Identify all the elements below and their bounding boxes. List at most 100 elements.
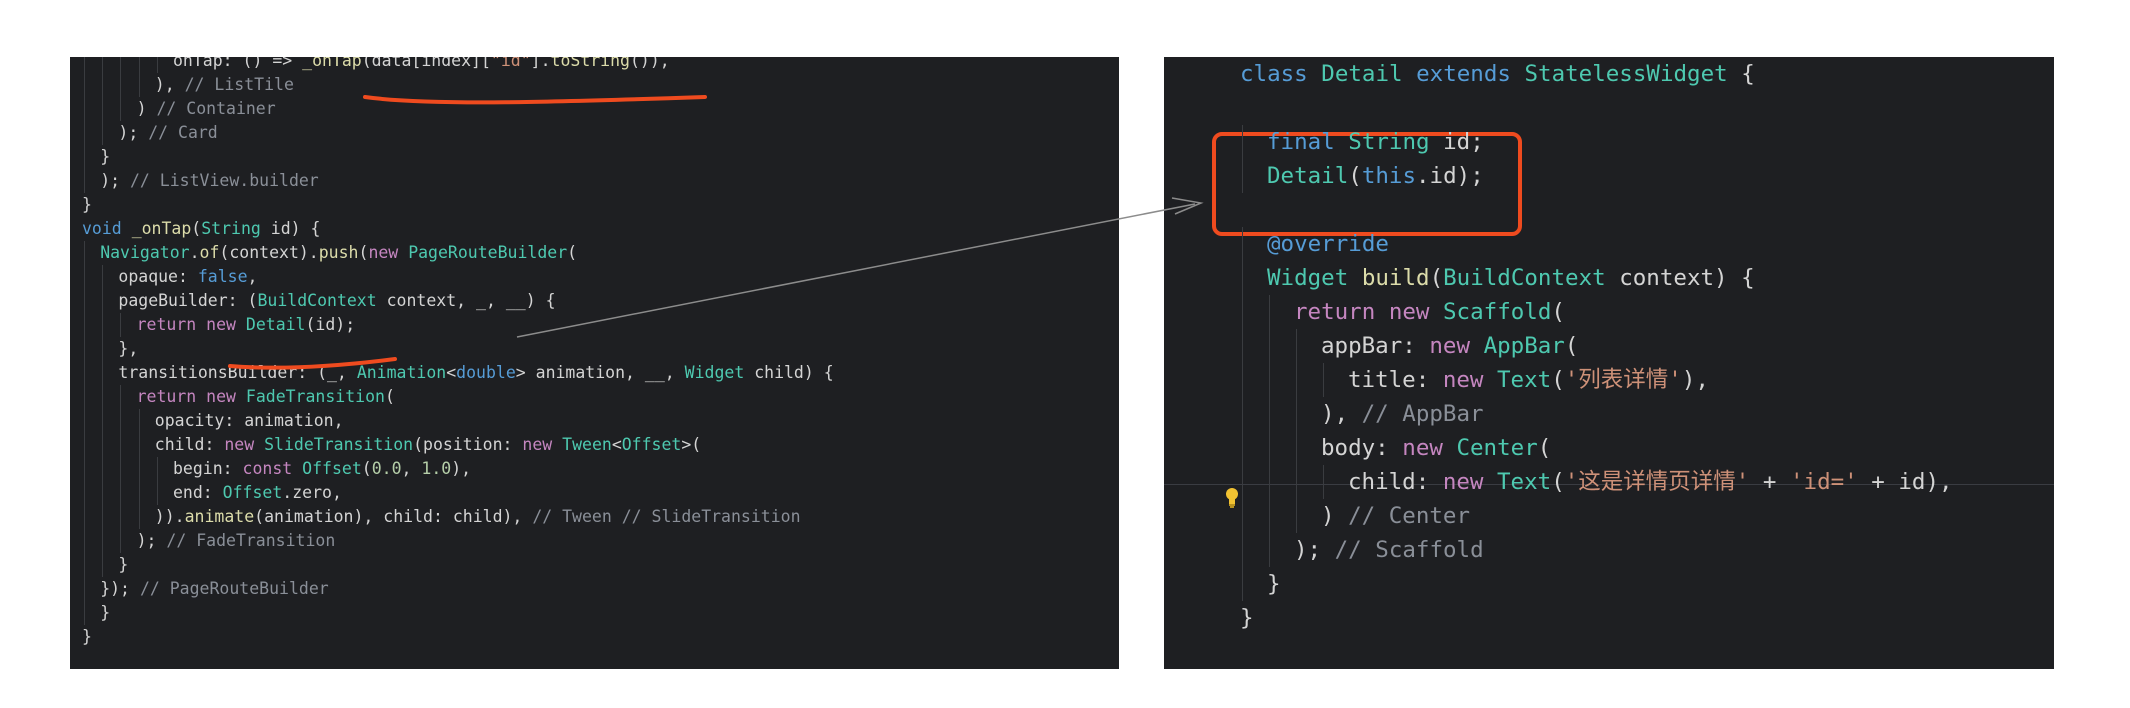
indent-guide [138,57,140,73]
code-line[interactable]: opaque: false, [118,265,257,289]
code-token: onTap: () => [173,57,303,70]
indent-guide [1269,533,1270,567]
code-token: new [224,435,255,454]
code-token: id; [1429,129,1484,155]
code-line[interactable]: } [118,553,128,577]
code-token: Animation [356,363,447,382]
code-line[interactable]: return new Scaffold( [1294,295,1565,329]
code-line[interactable]: } [1240,601,1254,635]
code-token: .id); [1416,163,1484,189]
code-line[interactable]: Widget build(BuildContext context) { [1267,261,1755,295]
code-token: ( [567,243,578,262]
lightbulb-icon[interactable] [1224,487,1240,509]
indent-guide [138,481,140,505]
code-token: _onTap [131,219,192,238]
code-line[interactable]: ); // Card [118,121,217,145]
code-line[interactable]: pageBuilder: (BuildContext context, _, _… [118,289,555,313]
code-line[interactable]: child: new SlideTransition(position: new… [155,433,701,457]
code-token: 'id=' [1789,469,1858,495]
code-token: StatelessWidget [1524,61,1728,87]
code-line[interactable]: }, [118,337,138,361]
code-line[interactable]: } [100,601,110,625]
code-line[interactable]: @override [1267,227,1389,261]
code-line[interactable]: child: new Text('这是详情页详情' + 'id=' + id), [1348,465,1953,499]
code-line[interactable]: } [82,193,92,217]
code-token: BuildContext [1443,265,1606,291]
code-token: // AppBar [1361,401,1484,427]
code-token: ( [1551,469,1565,495]
code-token: String [1348,129,1430,155]
code-token: // Scaffold [1334,537,1484,563]
code-line[interactable]: appBar: new AppBar( [1321,329,1578,363]
code-token: transitionsBuilder: (_, [118,363,357,382]
code-line[interactable]: return new Detail(id); [137,313,356,337]
code-line[interactable]: ); // FadeTransition [137,529,336,553]
indent-guide [1242,533,1243,567]
code-line[interactable]: Navigator.of(context).push(new PageRoute… [100,241,577,265]
code-line[interactable]: end: Offset.zero, [173,481,342,505]
code-token: ), [154,75,185,94]
code-line[interactable]: } [82,625,92,649]
indent-guide [84,121,85,145]
code-token: double [456,363,516,382]
code-line[interactable]: ) // Center [1321,499,1470,533]
code-line[interactable]: title: new Text('列表详情'), [1348,363,1709,397]
code-token: , [247,267,258,286]
code-token: FadeTransition [245,387,385,406]
code-token: Detail [245,315,306,334]
code-line[interactable]: )).animate(animation), child: child), //… [155,505,801,529]
code-token: _onTap [302,57,362,70]
code-line[interactable]: ); // Scaffold [1294,533,1484,567]
code-line[interactable]: begin: const Offset(0.0, 1.0), [173,457,471,481]
indent-guide [120,313,122,337]
indent-guide [1296,363,1297,397]
indent-guide [138,409,140,433]
code-token: ( [1537,435,1552,461]
code-line[interactable]: ), // ListTile [155,73,294,97]
code-token: ]. [530,57,551,70]
code-token: (animation), child: child), [254,507,533,526]
code-line[interactable]: ); // ListView.builder [100,169,319,193]
indent-guide [102,385,104,409]
code-token: PageRouteBuilder [408,243,568,262]
code-line[interactable]: ) // Container [137,97,276,121]
code-line[interactable]: } [1267,567,1281,601]
code-token: ( [1564,333,1579,359]
left-code-editor[interactable]: onTap: () => _onTap(data[index]["id"].to… [70,57,1119,669]
indent-guide [1242,227,1243,261]
code-line[interactable]: ), // AppBar [1321,397,1484,431]
code-line[interactable]: body: new Center( [1321,431,1551,465]
indent-guide [84,169,85,193]
code-line[interactable]: }); // PageRouteBuilder [100,577,329,601]
right-code-editor[interactable]: class Detail extends StatelessWidget { fi… [1164,57,2054,669]
indent-guide [120,457,122,481]
code-line[interactable]: void _onTap(String id) { [82,217,320,241]
code-line[interactable]: return new FadeTransition( [137,385,395,409]
code-line[interactable]: class Detail extends StatelessWidget { [1240,57,1755,91]
indent-guide [1269,397,1270,431]
code-token: Widget [1267,265,1349,291]
code-line[interactable]: opacity: animation, [155,409,344,433]
code-line[interactable]: onTap: () => _onTap(data[index]["id"].to… [173,57,670,73]
code-token: >( [681,435,702,454]
indent-guide [102,57,104,73]
code-token: context) { [1605,265,1755,291]
indent-guide [84,57,85,73]
code-token: // Container [156,99,276,118]
code-line[interactable]: transitionsBuilder: (_, Animation<double… [118,361,833,385]
indent-guide [84,265,85,289]
code-line[interactable]: } [100,145,110,169]
code-line[interactable]: final String id; [1267,125,1484,159]
code-token: const [242,459,293,478]
code-line[interactable]: Detail(this.id); [1267,159,1484,193]
code-token: Text [1497,469,1552,495]
